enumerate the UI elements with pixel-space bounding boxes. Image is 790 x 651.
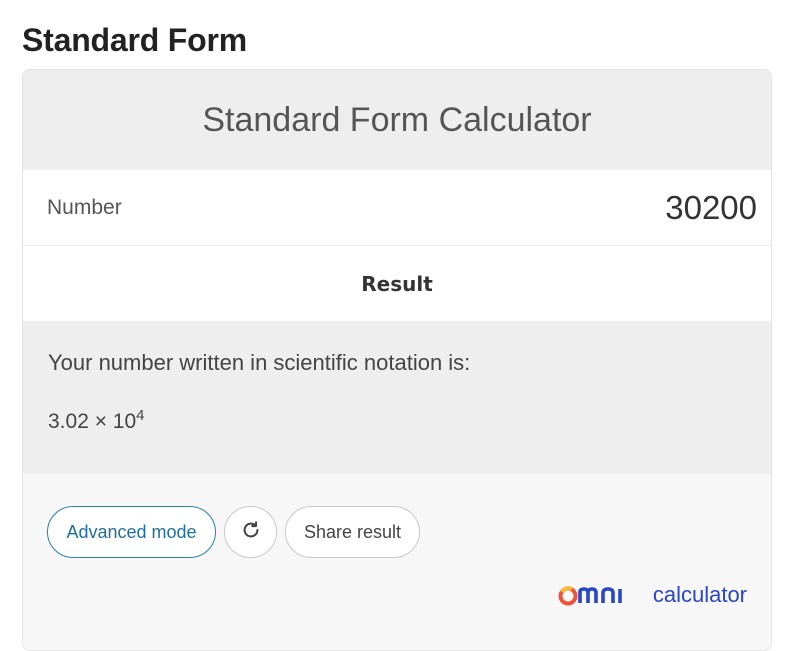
calculator-header: Standard Form Calculator: [23, 70, 771, 170]
result-description: Your number written in scientific notati…: [48, 350, 471, 375]
result-value: 3.02 × 104: [48, 407, 746, 434]
advanced-mode-button[interactable]: Advanced mode: [47, 506, 216, 558]
page-title: Standard Form: [22, 22, 247, 58]
omni-logo-mark: [558, 586, 622, 606]
result-title: Result: [361, 271, 433, 296]
omni-logo[interactable]: calculator: [557, 582, 747, 608]
result-exponent: 4: [136, 407, 145, 424]
result-mantissa: 3.02 × 10: [48, 410, 137, 433]
number-label: Number: [47, 195, 122, 219]
number-row: Number: [23, 170, 771, 246]
brand-calculator-text: calculator: [652, 582, 747, 607]
result-panel: Your number written in scientific notati…: [23, 321, 771, 474]
calculator-title: Standard Form Calculator: [202, 100, 592, 139]
calculator-card: Standard Form Calculator Number Result Y…: [22, 69, 772, 651]
share-result-button[interactable]: Share result: [285, 506, 420, 558]
reload-button[interactable]: [224, 506, 277, 558]
number-input[interactable]: [497, 188, 757, 227]
calculator-footer: Advanced mode Share result calculator: [23, 474, 771, 650]
result-header: Result: [23, 246, 771, 321]
reload-icon: [240, 519, 262, 546]
